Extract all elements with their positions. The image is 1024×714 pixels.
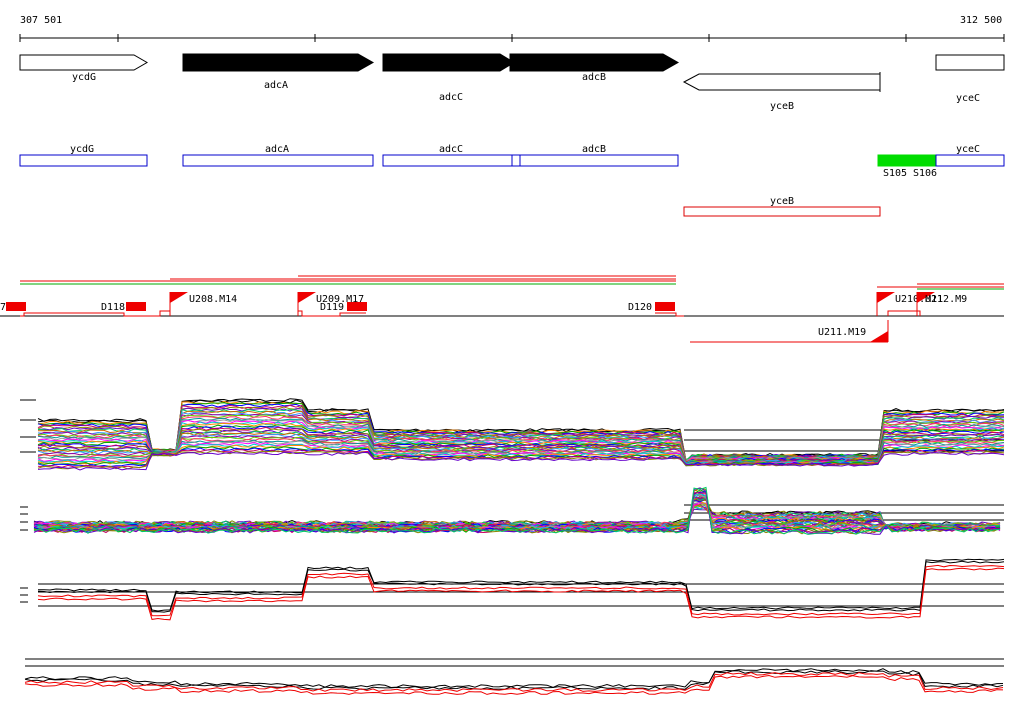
axis-end-label: 312 500 <box>960 15 1002 26</box>
down-feature-D118[interactable]: D118 <box>101 302 146 313</box>
annotation-label-adcA: adcA <box>265 144 289 155</box>
axis-start-label: 307 501 <box>20 15 62 26</box>
expression-panel-4 <box>24 658 1004 695</box>
gene-label-adcA: adcA <box>264 80 288 91</box>
gene-label-ycdG: ycdG <box>72 72 96 83</box>
feature-label-D118: D118 <box>101 302 125 313</box>
annotation-box-yceC[interactable]: yceC <box>935 144 1005 167</box>
expression-panel-2 <box>20 486 1004 535</box>
annotation-label-adcB: adcB <box>582 144 606 155</box>
annotation-track: ycdG adcA adcC adcB S105 S106 yceC yceB <box>19 144 1005 217</box>
feature-label-U212: U212.M9 <box>925 294 967 305</box>
annotation-label-yceB: yceB <box>770 196 794 207</box>
annotation-label-adcC: adcC <box>439 144 463 155</box>
up-feature-U208[interactable]: U208.M14 <box>169 292 237 316</box>
gene-arrow-ycdG[interactable]: ycdG <box>19 54 149 83</box>
green-region-label-2: S106 <box>913 168 937 179</box>
annotation-label-yceC: yceC <box>956 144 980 155</box>
up-feature-U212[interactable]: U212.M9 <box>916 292 967 316</box>
expression-panel-3 <box>20 558 1005 621</box>
down-feature-D120[interactable]: D120 <box>628 302 675 313</box>
gene-arrow-adcC[interactable]: adcC <box>382 53 515 103</box>
gene-arrow-yceB[interactable]: yceB <box>682 72 881 112</box>
coordinate-axis: 307 501 312 500 <box>19 15 1005 42</box>
gene-arrow-adcB[interactable]: adcB <box>509 53 680 83</box>
gene-label-adcB: adcB <box>582 72 606 83</box>
gene-arrow-adcA[interactable]: adcA <box>182 53 375 91</box>
feature-label-D120: D120 <box>628 302 652 313</box>
green-region-label-1: S105 <box>883 168 907 179</box>
gene-track: ycdG adcA adcC adcB yceB yceC <box>19 53 1005 112</box>
gene-label-adcC: adcC <box>439 92 463 103</box>
annotation-box-adcB[interactable]: adcB <box>519 144 679 167</box>
gene-arrow-yceC[interactable]: yceC <box>935 54 1005 104</box>
annotation-box-yceB[interactable]: yceB <box>683 196 881 217</box>
expression-panel-1 <box>20 398 1005 471</box>
down-feature-edge[interactable]: 7 <box>0 302 26 313</box>
edge-feature-label: 7 <box>0 302 6 313</box>
feature-label-U208: U208.M14 <box>189 294 237 305</box>
annotation-box-ycdG[interactable]: ycdG <box>19 144 148 167</box>
genome-browser-view: 307 501 312 500 ycdG adcA adcC adcB yceB <box>0 15 1005 695</box>
annotation-box-adcA[interactable]: adcA <box>182 144 374 167</box>
feature-label-U209: U209.M17 <box>316 294 364 305</box>
feature-track: 7 D118 D119 D120 U208.M14 U209.M17 U210. <box>0 275 1004 343</box>
gene-label-yceC: yceC <box>956 93 980 104</box>
annotation-box-adcC[interactable]: adcC <box>382 144 521 167</box>
gene-label-yceB: yceB <box>770 101 794 112</box>
reverse-feature-U211[interactable]: U211.M19 <box>690 320 889 343</box>
green-region[interactable]: S105 S106 <box>877 154 937 179</box>
feature-label-U211: U211.M19 <box>818 327 866 338</box>
annotation-label-ycdG: ycdG <box>70 144 94 155</box>
